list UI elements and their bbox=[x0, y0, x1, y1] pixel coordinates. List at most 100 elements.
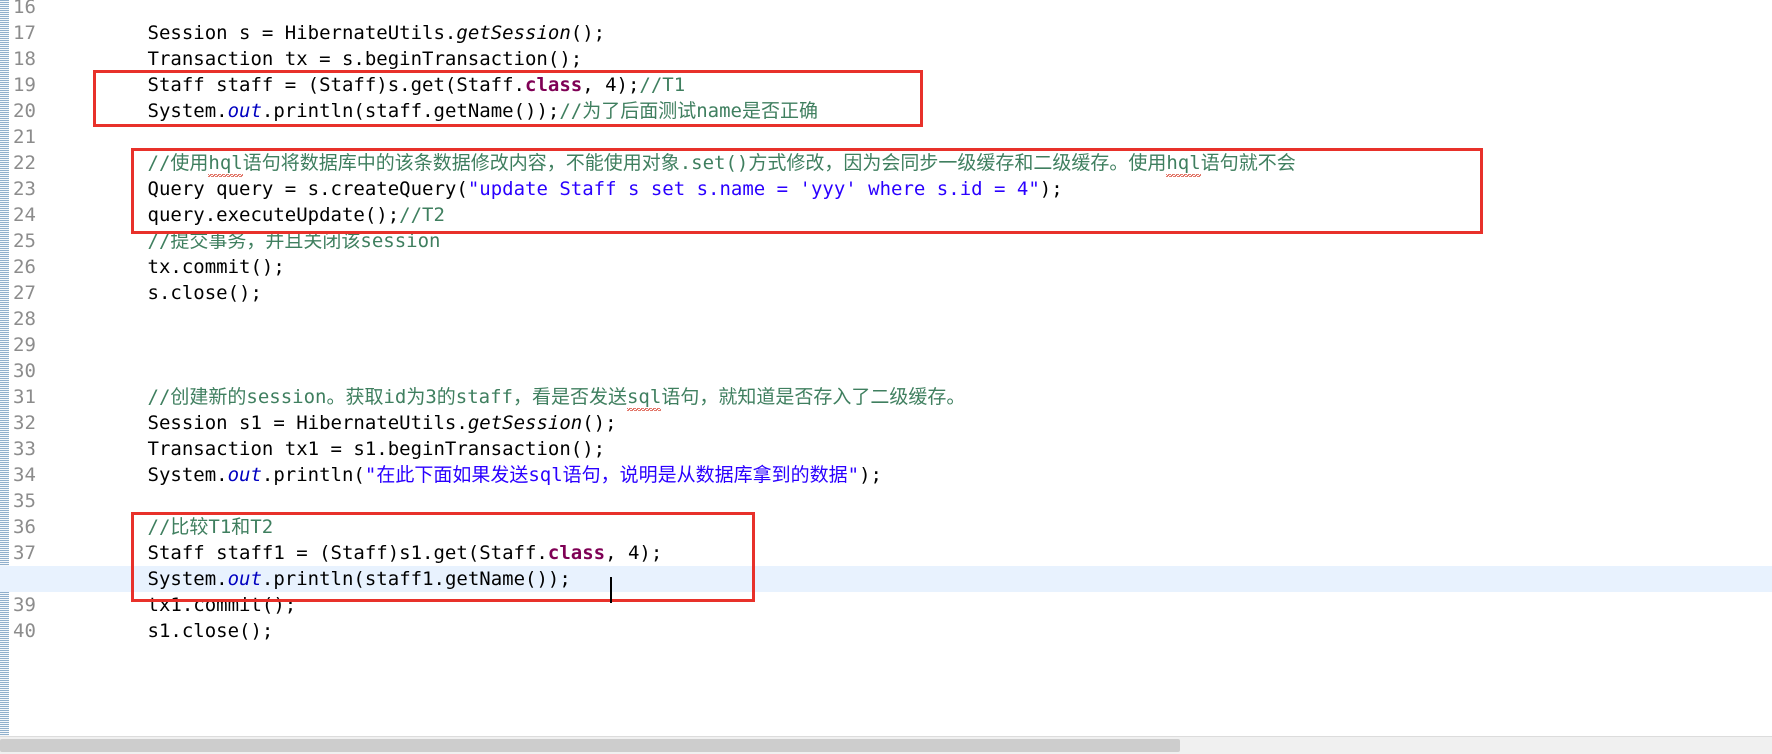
code-token-plain: Transaction tx = s.beginTransaction(); bbox=[56, 48, 583, 70]
code-line[interactable] bbox=[56, 306, 1772, 332]
horizontal-scrollbar-thumb[interactable] bbox=[0, 739, 1180, 752]
code-token-plain: Session s1 = HibernateUtils. bbox=[56, 412, 468, 434]
code-token-cmt: 语句将数据库中的该条数据修改内容，不能使用对象.set()方式修改，因为会同步一… bbox=[242, 152, 1167, 174]
line-number: 28 bbox=[13, 308, 36, 330]
line-number: 40 bbox=[13, 620, 36, 642]
code-line[interactable]: query.executeUpdate();//T2 bbox=[56, 202, 1772, 228]
code-token-str: "在此下面如果发送sql语句，说明是从数据库拿到的数据" bbox=[364, 464, 860, 486]
code-editor[interactable]: 16 17 18 19 20 21 22 23 24 25 26 27 28 29 30 31 32 33 34 35… bbox=[0, 0, 1772, 754]
code-token-cmt: //为了后面测试name是否正确 bbox=[559, 100, 818, 122]
line-number: 39 bbox=[13, 594, 36, 616]
line-number: 19 bbox=[13, 74, 36, 96]
code-token-plain: Query query = s.createQuery( bbox=[56, 178, 468, 200]
code-line[interactable]: //创建新的session。获取id为3的staff，看是否发送sql语句，就知… bbox=[56, 384, 1772, 411]
line-number: 34 bbox=[13, 464, 36, 486]
code-token-kw: class bbox=[525, 74, 583, 96]
code-line[interactable]: tx.commit(); bbox=[56, 254, 1772, 280]
line-number: 27 bbox=[13, 282, 36, 304]
code-line[interactable]: Transaction tx = s.beginTransaction(); bbox=[56, 46, 1772, 72]
line-number: 32 bbox=[13, 412, 36, 434]
line-number: 33 bbox=[13, 438, 36, 460]
code-line[interactable]: Session s1 = HibernateUtils.getSession()… bbox=[56, 410, 1772, 436]
line-number: 26 bbox=[13, 256, 36, 278]
line-number: 22 bbox=[13, 152, 36, 174]
code-token-cmt: //创建新的session。获取id为3的staff，看是否发送 bbox=[56, 386, 627, 408]
code-token-cmt: //T1 bbox=[639, 74, 686, 96]
code-token-cmt: //提交事务，并且关闭该session bbox=[56, 230, 441, 252]
line-number-gutter[interactable]: 16 17 18 19 20 21 22 23 24 25 26 27 28 29 30 31 32 33 34 35… bbox=[9, 0, 56, 754]
line-number: 20 bbox=[13, 100, 36, 122]
code-token-plain: ); bbox=[859, 464, 882, 486]
code-token-plain: ); bbox=[1039, 178, 1063, 200]
line-number: 29 bbox=[13, 334, 36, 356]
code-token-plain: .println(staff.getName()); bbox=[261, 100, 560, 122]
text-caret bbox=[610, 577, 612, 603]
code-line[interactable] bbox=[56, 488, 1772, 514]
code-token-cmt: //T2 bbox=[399, 204, 445, 226]
code-line[interactable]: System.out.println(staff1.getName()); bbox=[56, 566, 1772, 592]
code-token-cmt-sq: hql bbox=[1166, 150, 1201, 177]
code-line[interactable]: s.close(); bbox=[56, 280, 1772, 306]
code-token-cmt-sq: sql bbox=[626, 384, 662, 411]
code-token-plain: query.executeUpdate(); bbox=[56, 204, 400, 226]
code-line[interactable] bbox=[56, 358, 1772, 384]
line-number: 25 bbox=[13, 230, 36, 252]
code-line[interactable]: Query query = s.createQuery("update Staf… bbox=[56, 176, 1772, 202]
code-token-plain: s.close(); bbox=[56, 282, 262, 304]
line-number: 24 bbox=[13, 204, 36, 226]
code-token-plain: (); bbox=[570, 22, 606, 44]
line-number: 36 bbox=[13, 516, 36, 538]
changebar-hatch bbox=[0, 0, 9, 736]
line-number: 30 bbox=[13, 360, 36, 382]
code-token-field: out bbox=[227, 568, 262, 590]
line-number: 35 bbox=[13, 490, 36, 512]
code-line[interactable]: System.out.println("在此下面如果发送sql语句，说明是从数据… bbox=[56, 462, 1772, 488]
code-token-plain: .println( bbox=[261, 464, 365, 486]
code-token-plain: , 4); bbox=[605, 542, 663, 564]
code-line[interactable] bbox=[56, 332, 1772, 358]
code-line[interactable] bbox=[56, 0, 1772, 20]
code-line[interactable]: System.out.println(staff.getName());//为了… bbox=[56, 98, 1772, 124]
code-token-plain: Staff staff = (Staff)s.get(Staff. bbox=[56, 74, 526, 96]
line-number: 17 bbox=[13, 22, 36, 44]
code-token-method: getSession bbox=[467, 412, 583, 434]
code-token-cmt: //比较T1和T2 bbox=[56, 516, 274, 538]
code-token-plain: (); bbox=[582, 412, 617, 434]
code-line[interactable]: Staff staff = (Staff)s.get(Staff.class, … bbox=[56, 72, 1772, 98]
code-token-str: "update Staff s set s.name = 'yyy' where… bbox=[467, 178, 1040, 200]
code-token-kw: class bbox=[547, 542, 606, 564]
code-token-plain: s1.close(); bbox=[56, 620, 274, 642]
changebar-strip bbox=[0, 0, 9, 754]
line-number: 16 bbox=[13, 0, 36, 18]
horizontal-scrollbar[interactable] bbox=[0, 736, 1772, 754]
code-text-area[interactable]: Session s = HibernateUtils.getSession();… bbox=[0, 0, 1772, 754]
line-number: 18 bbox=[13, 48, 36, 70]
code-token-cmt: 语句，就知道是否存入了二级缓存。 bbox=[661, 386, 966, 408]
code-token-method: getSession bbox=[456, 22, 571, 44]
code-token-field: out bbox=[227, 100, 262, 122]
code-line[interactable]: tx1.commit(); bbox=[56, 592, 1772, 618]
code-line[interactable]: Session s = HibernateUtils.getSession(); bbox=[56, 20, 1772, 46]
line-number: 37 bbox=[13, 542, 36, 564]
code-line[interactable]: Transaction tx1 = s1.beginTransaction(); bbox=[56, 436, 1772, 462]
code-line[interactable]: s1.close(); bbox=[56, 618, 1772, 644]
code-token-plain: Staff staff1 = (Staff)s1.get(Staff. bbox=[56, 542, 548, 564]
code-token-cmt: //使用 bbox=[56, 152, 209, 174]
code-token-plain: System. bbox=[56, 464, 228, 486]
code-token-plain: Session s = HibernateUtils. bbox=[56, 22, 457, 44]
code-token-plain: System. bbox=[56, 568, 228, 590]
code-token-plain: tx.commit(); bbox=[56, 256, 285, 278]
code-token-plain: System. bbox=[56, 100, 228, 122]
line-number: 31 bbox=[13, 386, 36, 408]
code-line[interactable] bbox=[56, 124, 1772, 150]
code-line[interactable]: Staff staff1 = (Staff)s1.get(Staff.class… bbox=[56, 540, 1772, 566]
code-token-cmt-sq: hql bbox=[208, 150, 243, 177]
code-token-plain: .println(staff1.getName()); bbox=[261, 568, 571, 590]
code-token-cmt: 语句就不会 bbox=[1200, 152, 1296, 174]
code-token-plain: Transaction tx1 = s1.beginTransaction(); bbox=[56, 438, 606, 460]
code-token-plain: , 4); bbox=[582, 74, 640, 96]
line-number: 23 bbox=[13, 178, 36, 200]
code-line[interactable]: //比较T1和T2 bbox=[56, 514, 1772, 540]
code-line[interactable]: //使用hql语句将数据库中的该条数据修改内容，不能使用对象.set()方式修改… bbox=[56, 150, 1772, 177]
code-line[interactable]: //提交事务，并且关闭该session bbox=[56, 228, 1772, 254]
